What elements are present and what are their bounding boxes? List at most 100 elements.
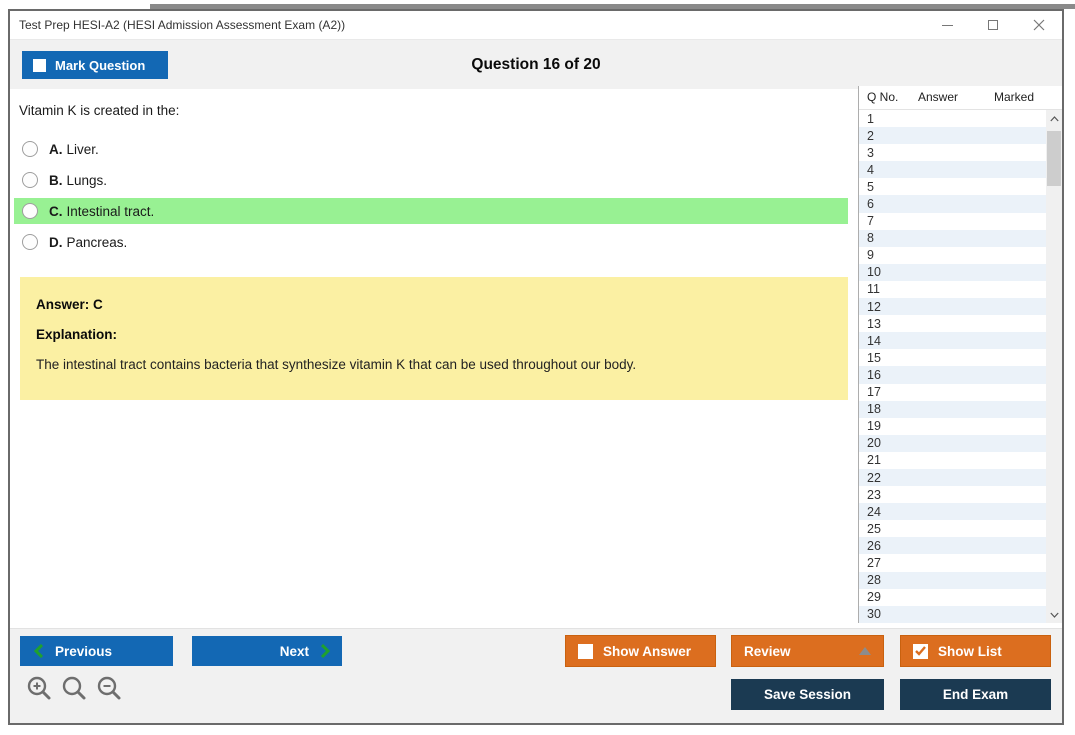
question-number: 5 — [867, 179, 874, 194]
answer-label: Answer: C — [36, 297, 103, 312]
question-list-row[interactable]: 7 — [859, 212, 1046, 230]
zoom-toolbar — [26, 675, 122, 701]
question-area: Vitamin K is created in the: A. Liver. B.… — [10, 89, 858, 628]
question-number: 1 — [867, 111, 874, 126]
show-list-checkbox[interactable] — [913, 643, 928, 659]
previous-button[interactable]: Previous — [20, 636, 173, 666]
review-label: Review — [744, 643, 791, 659]
maximize-button[interactable] — [970, 11, 1016, 39]
question-number: 30 — [867, 607, 881, 622]
question-number: 13 — [867, 316, 881, 331]
question-list-row[interactable]: 22 — [859, 468, 1046, 487]
question-list-row[interactable]: 17 — [859, 383, 1046, 401]
option-b[interactable]: B. Lungs. — [14, 167, 848, 193]
option-d[interactable]: D. Pancreas. — [14, 229, 848, 255]
question-list-row[interactable]: 9 — [859, 246, 1046, 264]
question-list-row[interactable]: 18 — [859, 400, 1046, 418]
question-list-row[interactable]: 4 — [859, 161, 1046, 179]
question-list-row[interactable]: 30 — [859, 605, 1046, 623]
end-exam-button[interactable]: End Exam — [900, 679, 1051, 710]
radio-icon[interactable] — [22, 141, 38, 157]
next-label: Next — [279, 643, 309, 659]
question-number: 15 — [867, 350, 881, 365]
question-number: 22 — [867, 470, 881, 485]
option-c[interactable]: C. Intestinal tract. — [14, 198, 848, 224]
next-button[interactable]: Next — [192, 636, 342, 666]
zoom-icon[interactable] — [61, 675, 87, 701]
option-letter: D. — [49, 234, 63, 250]
radio-icon[interactable] — [22, 172, 38, 188]
question-list-row[interactable]: 16 — [859, 366, 1046, 384]
option-a[interactable]: A. Liver. — [14, 136, 848, 162]
previous-label: Previous — [55, 643, 113, 659]
question-number: 20 — [867, 436, 881, 451]
question-number: 17 — [867, 385, 881, 400]
question-number: 24 — [867, 504, 881, 519]
show-list-label: Show List — [938, 643, 1002, 659]
question-number: 8 — [867, 231, 874, 246]
radio-icon[interactable] — [22, 234, 38, 250]
question-list-row[interactable]: 2 — [859, 127, 1046, 145]
question-list-row[interactable]: 12 — [859, 298, 1046, 316]
question-list-row[interactable]: 25 — [859, 520, 1046, 538]
question-list-row[interactable]: 26 — [859, 537, 1046, 555]
option-text: Lungs. — [66, 172, 108, 188]
question-list-header: Q No. Answer Marked — [859, 86, 1062, 110]
question-list-row[interactable]: 23 — [859, 486, 1046, 504]
question-number: 27 — [867, 555, 881, 570]
question-list-row[interactable]: 29 — [859, 588, 1046, 606]
question-counter: Question 16 of 20 — [471, 56, 601, 73]
minimize-button[interactable] — [924, 11, 970, 39]
question-list-row[interactable]: 8 — [859, 229, 1046, 247]
app-window: Test Prep HESI-A2 (HESI Admission Assess… — [8, 9, 1064, 725]
question-list-row[interactable]: 24 — [859, 503, 1046, 521]
question-list-row[interactable]: 27 — [859, 554, 1046, 572]
scrollbar-thumb[interactable] — [1047, 131, 1061, 186]
question-list-row[interactable]: 13 — [859, 315, 1046, 333]
question-text: Vitamin K is created in the: — [19, 103, 180, 118]
header-bar: Mark Question Question 16 of 20 — [10, 39, 1062, 89]
question-list-row[interactable]: 11 — [859, 280, 1046, 299]
question-list-row[interactable]: 6 — [859, 195, 1046, 213]
end-exam-label: End Exam — [942, 687, 1009, 702]
question-list-row[interactable]: 14 — [859, 332, 1046, 350]
zoom-in-icon[interactable] — [26, 675, 52, 701]
radio-icon[interactable] — [22, 203, 38, 219]
scroll-up-button[interactable] — [1046, 110, 1062, 127]
question-list-row[interactable]: 20 — [859, 434, 1046, 452]
question-number: 11 — [867, 282, 880, 297]
scroll-down-button[interactable] — [1046, 606, 1062, 623]
show-answer-button[interactable]: Show Answer — [565, 635, 716, 667]
check-icon — [915, 646, 926, 656]
close-button[interactable] — [1016, 11, 1062, 39]
explanation-label: Explanation: — [36, 327, 118, 342]
save-session-button[interactable]: Save Session — [731, 679, 884, 710]
show-list-button[interactable]: Show List — [900, 635, 1051, 667]
question-list-scrollbar[interactable] — [1046, 110, 1062, 623]
question-number: 26 — [867, 538, 881, 553]
question-list-row[interactable]: 15 — [859, 349, 1046, 367]
question-number: 19 — [867, 419, 881, 434]
triangle-up-icon — [859, 647, 871, 655]
question-list-row[interactable]: 3 — [859, 144, 1046, 162]
option-text: Pancreas. — [66, 234, 128, 250]
review-dropdown-button[interactable]: Review — [731, 635, 884, 667]
title-bar: Test Prep HESI-A2 (HESI Admission Assess… — [10, 11, 1062, 39]
question-list-row[interactable]: 21 — [859, 451, 1046, 469]
column-qno: Q No. — [867, 90, 899, 104]
question-list-row[interactable]: 28 — [859, 571, 1046, 589]
question-list-row[interactable]: 10 — [859, 263, 1046, 281]
option-letter: A. — [49, 141, 63, 157]
question-list-row[interactable]: 5 — [859, 178, 1046, 196]
zoom-out-icon[interactable] — [96, 675, 122, 701]
question-number: 10 — [867, 265, 881, 280]
question-number: 2 — [867, 128, 874, 143]
question-list-row[interactable]: 19 — [859, 417, 1046, 435]
chevron-up-icon — [1049, 115, 1059, 121]
question-list-panel: Q No. Answer Marked 1 2 3 4 5 6 7 8 9 10 11 12 13 14 1… — [858, 86, 1062, 623]
explanation-text: The intestinal tract contains bacteria t… — [36, 357, 637, 372]
question-number: 16 — [867, 367, 881, 382]
question-number: 29 — [867, 590, 881, 605]
show-answer-checkbox[interactable] — [578, 643, 593, 659]
question-list-row[interactable]: 1 — [859, 110, 1046, 128]
